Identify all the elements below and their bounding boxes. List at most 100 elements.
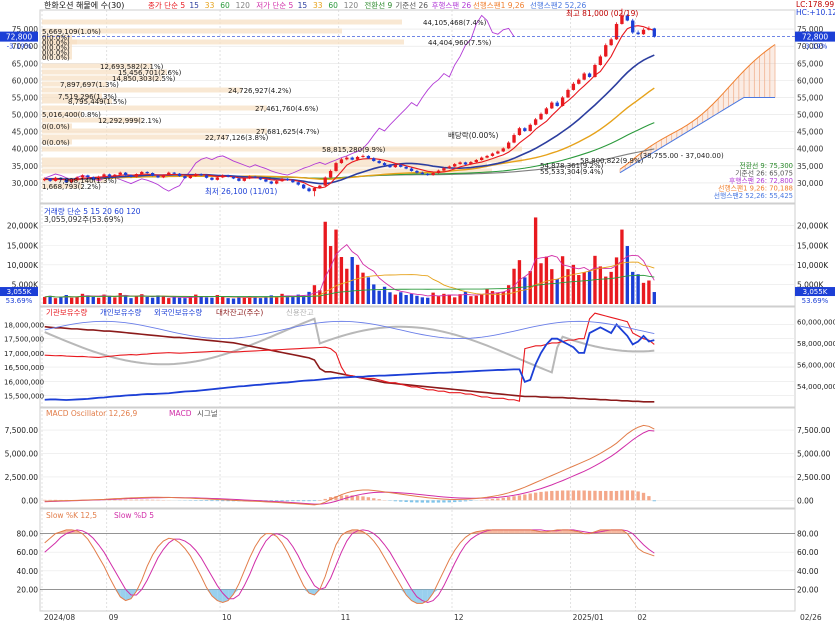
- volume-bar: [291, 296, 295, 304]
- volume-profile-label: 0(0.0%): [42, 54, 70, 62]
- volume-profile-label: 0(0.0%): [42, 139, 70, 147]
- candle-body: [366, 155, 371, 159]
- macd-oscillator-bar: [199, 500, 203, 501]
- price-axis-left-label: 60,000: [12, 76, 38, 85]
- x-axis-label: 12: [454, 613, 464, 622]
- macd-axis-right-label: 2,500.00: [797, 473, 831, 482]
- chart-title: 한화오션 해물에 수(30): [44, 0, 124, 10]
- volume-profile-bar: [42, 134, 227, 140]
- price-axis-left-label: 65,000: [12, 59, 38, 68]
- candle-body: [528, 124, 532, 131]
- candle-body: [339, 159, 344, 164]
- candle-body: [641, 29, 646, 35]
- candle-body: [355, 156, 360, 160]
- macd-oscillator-bar: [134, 499, 139, 501]
- candle-body: [550, 102, 554, 109]
- candle-body: [582, 73, 586, 80]
- macd-oscillator-bar: [215, 500, 220, 502]
- price-axis-right-label: 65,000: [797, 59, 823, 68]
- candle-body: [215, 177, 220, 180]
- price-axis-right-label: 30,000: [797, 179, 823, 188]
- macd-oscillator-bar: [280, 500, 284, 502]
- volume-bar: [345, 268, 349, 304]
- volume-bar: [388, 292, 392, 304]
- candle-body: [587, 73, 592, 77]
- candle-body: [598, 56, 603, 65]
- candle-body: [301, 184, 306, 189]
- candle-body: [485, 155, 489, 158]
- volume-bar: [258, 298, 263, 304]
- macd-oscillator-bar: [631, 490, 635, 501]
- investor-legend-item: 대차잔고(주수): [216, 307, 263, 317]
- price-axis-left-label: 45,000: [12, 128, 38, 137]
- candle-body: [447, 166, 451, 169]
- candle-body: [415, 170, 419, 173]
- macd-axis-left-label: 0.00: [21, 496, 38, 505]
- volume-bar: [598, 266, 603, 304]
- volume-profile-label: 44,404,960(7.5%): [428, 39, 492, 47]
- candle-body: [48, 178, 52, 181]
- header-legend-item: 120: [236, 1, 251, 10]
- macd-oscillator-bar: [426, 500, 430, 503]
- candle-body: [177, 173, 182, 177]
- candle-body: [533, 119, 538, 125]
- volume-bar: [253, 297, 257, 304]
- macd-oscillator-bar: [463, 500, 468, 502]
- macd-oscillator-bar: [533, 492, 538, 501]
- stoch-axis-left-label: 60.00: [17, 548, 39, 557]
- last-price-left-label: 72,800: [6, 33, 32, 42]
- candle-body: [388, 165, 392, 168]
- stock-chart[interactable]: 75,000 75,00070,000 70,00065,000 65,00060,0…: [0, 0, 835, 623]
- volume-axis-right-label: 15,000K: [797, 241, 829, 250]
- candle-body: [393, 164, 398, 168]
- candle-body: [571, 83, 576, 90]
- last-price-right-label: 72,800: [802, 33, 828, 42]
- macd-oscillator-bar: [307, 500, 311, 502]
- candle-body: [555, 102, 559, 106]
- candle-body: [436, 170, 441, 173]
- volume-bar: [226, 298, 230, 304]
- candle-body: [609, 39, 613, 46]
- candle-body: [409, 168, 414, 171]
- volume-last-right-label: 3,055K: [803, 288, 828, 296]
- last-change-left-label: -3.19%: [7, 43, 32, 51]
- volume-profile-label: 58,815,280(9.9%): [322, 146, 386, 154]
- volume-bar: [577, 275, 581, 304]
- macd-oscillator-bar: [399, 500, 403, 502]
- macd-oscillator-bar: [318, 500, 322, 501]
- volume-profile-bar: [42, 146, 522, 152]
- stoch-axis-right-label: 20.00: [797, 585, 819, 594]
- volume-bar: [604, 276, 608, 304]
- volume-profile-bar: [42, 157, 522, 163]
- candle-body: [210, 177, 214, 180]
- candle-body: [172, 172, 176, 174]
- ichimoku-value-label: 선행스팬2 52,26: 55,425: [714, 191, 793, 200]
- candle-body: [183, 176, 187, 179]
- volume-profile-bar: [42, 19, 402, 25]
- macd-oscillator-bar: [123, 499, 128, 501]
- volume-bar: [91, 296, 95, 304]
- candle-body: [237, 178, 241, 181]
- volume-bar: [80, 293, 85, 304]
- candle-body: [361, 155, 365, 157]
- macd-oscillator-bar: [469, 500, 473, 501]
- stoch-legend-item: Slow %K 12,5: [46, 511, 97, 520]
- candle-body: [194, 174, 198, 177]
- candle-body: [242, 178, 246, 181]
- volume-axis-left-label: 10,000K: [7, 261, 39, 270]
- stoch-axis-left-label: 20.00: [17, 585, 39, 594]
- macd-axis-left-label: 7,500.00: [5, 426, 39, 435]
- candle-body: [199, 174, 203, 176]
- macd-oscillator-bar: [609, 490, 613, 501]
- candle-body: [274, 181, 279, 184]
- macd-oscillator-bar: [490, 499, 495, 501]
- candle-body: [604, 45, 608, 57]
- volume-bar: [625, 246, 630, 304]
- candle-body: [490, 153, 495, 156]
- candle-body: [426, 174, 430, 176]
- stoch-axis-right-label: 60.00: [797, 548, 819, 557]
- volume-bar: [172, 297, 176, 304]
- volume-bar: [59, 297, 63, 304]
- investor-axis-left-label: 15,500,000: [4, 392, 44, 400]
- candle-body: [269, 181, 273, 184]
